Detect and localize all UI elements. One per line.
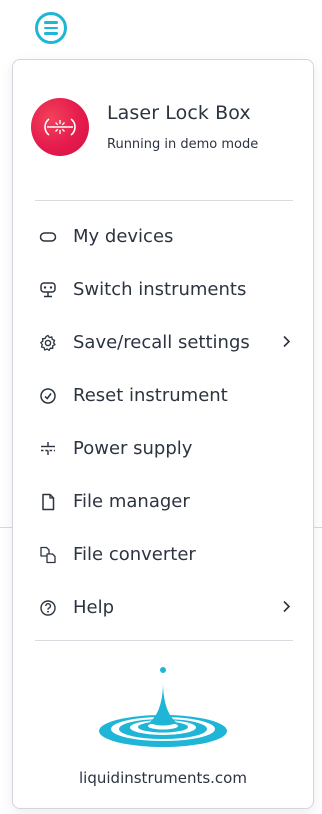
file-converter-icon	[39, 546, 57, 564]
menu-item-label: Save/recall settings	[73, 332, 250, 353]
menu-item-label: My devices	[73, 226, 174, 247]
menu-item-label: Power supply	[73, 438, 193, 459]
website-link[interactable]: liquidinstruments.com	[13, 769, 313, 787]
liquid-instruments-logo-icon	[99, 667, 227, 747]
menu-item-save-recall-settings[interactable]: Save/recall settings	[13, 316, 313, 369]
hamburger-line-icon	[44, 32, 58, 35]
gear-icon	[39, 334, 57, 352]
hamburger-line-icon	[44, 21, 58, 24]
switch-instruments-icon	[39, 281, 57, 299]
menu-item-label: Switch instruments	[73, 279, 247, 300]
menu-item-file-converter[interactable]: File converter	[13, 528, 313, 581]
footer: liquidinstruments.com	[13, 665, 313, 787]
menu-item-power-supply[interactable]: Power supply	[13, 422, 313, 475]
header-divider	[35, 200, 293, 201]
instrument-header: Laser Lock Box Running in demo mode	[31, 98, 258, 156]
menu-button[interactable]	[35, 12, 67, 44]
menu-item-label: File converter	[73, 544, 196, 565]
menu-item-help[interactable]: Help	[13, 581, 313, 634]
reset-icon	[39, 387, 57, 405]
devices-icon	[39, 228, 57, 246]
instrument-name: Laser Lock Box	[107, 102, 251, 124]
menu-list: My devices Switch instruments Save/recal…	[13, 210, 313, 634]
menu-item-reset-instrument[interactable]: Reset instrument	[13, 369, 313, 422]
menu-item-label: Help	[73, 597, 115, 618]
menu-item-my-devices[interactable]: My devices	[13, 210, 313, 263]
power-supply-icon	[39, 440, 57, 458]
menu-item-switch-instruments[interactable]: Switch instruments	[13, 263, 313, 316]
footer-divider	[35, 640, 293, 641]
chevron-right-icon	[281, 333, 291, 352]
hamburger-line-icon	[44, 26, 58, 30]
menu-item-label: File manager	[73, 491, 190, 512]
chevron-right-icon	[281, 598, 291, 617]
menu-item-file-manager[interactable]: File manager	[13, 475, 313, 528]
menu-item-label: Reset instrument	[73, 385, 228, 406]
help-icon	[39, 599, 57, 617]
laser-lock-box-icon	[31, 98, 89, 156]
instrument-status: Running in demo mode	[107, 137, 259, 152]
file-icon	[39, 493, 57, 511]
main-menu-panel: Laser Lock Box Running in demo mode My d…	[12, 59, 314, 809]
